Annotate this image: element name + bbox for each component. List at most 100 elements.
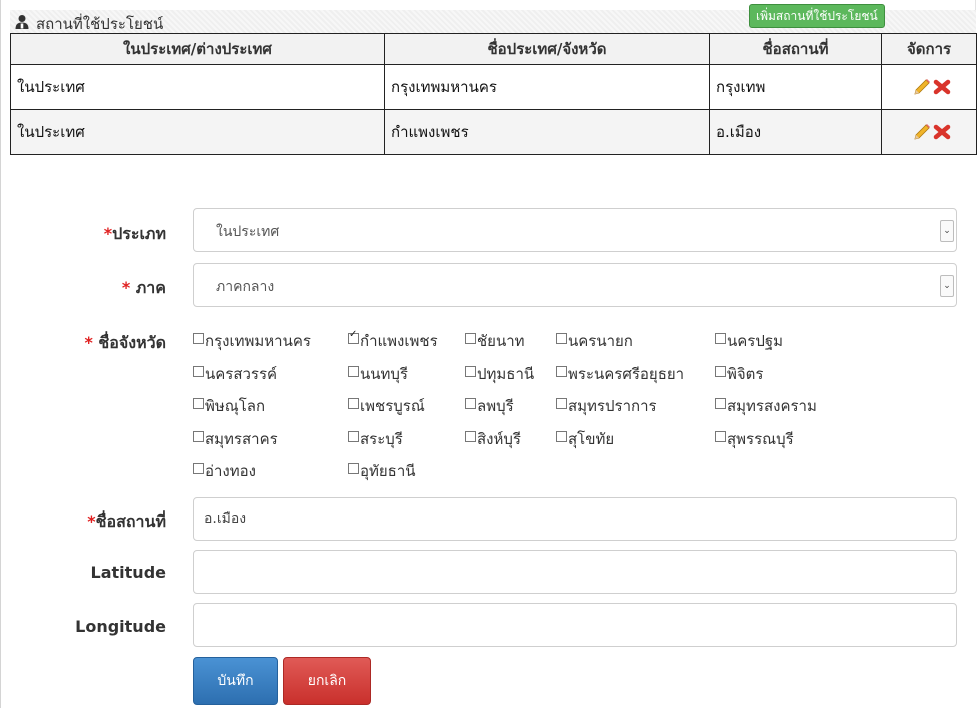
checkbox[interactable] <box>715 431 726 442</box>
province-name: ชัยนาท <box>477 332 525 350</box>
cancel-button[interactable]: ยกเลิก <box>283 657 371 705</box>
province-checkbox-item[interactable]: นครสวรรค์ <box>193 362 277 386</box>
province-name: สิงห์บุรี <box>477 430 521 448</box>
column-header-province: ชื่อประเทศ/จังหวัด <box>384 33 710 65</box>
province-checkbox-item[interactable]: สมุทรสงคราม <box>715 394 817 418</box>
province-checkbox-item[interactable]: สระบุรี <box>348 427 403 451</box>
province-checkbox-item[interactable]: นครนายก <box>556 329 633 353</box>
chevron-down-icon: ⌄ <box>940 275 954 297</box>
table-header-row: ในประเทศ/ต่างประเทศ ชื่อประเทศ/จังหวัด ช… <box>10 33 977 65</box>
region-select-value: ภาคกลาง <box>216 279 275 295</box>
province-checkbox-item[interactable]: สุพรรณบุรี <box>715 427 794 451</box>
province-name: สุโขทัย <box>568 430 615 448</box>
edit-pencil-icon[interactable] <box>912 78 932 96</box>
checkbox[interactable] <box>193 463 204 474</box>
province-name: สุพรรณบุรี <box>727 430 794 448</box>
province-checkbox-item[interactable]: กำแพงเพชร <box>348 329 438 353</box>
province-checkbox-item[interactable]: นนทบุรี <box>348 362 408 386</box>
province-checkbox-item[interactable]: อุทัยธานี <box>348 459 416 483</box>
region-select[interactable]: ภาคกลาง ⌄ <box>193 263 957 307</box>
latitude-input[interactable] <box>193 550 957 594</box>
checkbox[interactable] <box>193 366 204 377</box>
province-name: นนทบุรี <box>360 365 408 383</box>
province-label: * ชื่อจังหวัด <box>84 333 166 352</box>
required-mark: * <box>84 333 93 352</box>
user-pin-icon <box>15 15 29 29</box>
checkbox[interactable] <box>715 333 726 344</box>
checkbox[interactable] <box>465 333 476 344</box>
checkbox[interactable] <box>556 366 567 377</box>
longitude-input[interactable] <box>193 603 957 647</box>
checkbox[interactable] <box>465 366 476 377</box>
checkbox[interactable] <box>465 398 476 409</box>
checkbox[interactable] <box>193 431 204 442</box>
province-checkbox-item[interactable]: กรุงเทพมหานคร <box>193 329 311 353</box>
checkbox[interactable] <box>348 463 359 474</box>
add-place-button[interactable]: เพิ่มสถานที่ใช้ประโยชน์ <box>749 4 885 28</box>
cell-province: กรุงเทพมหานคร <box>384 64 710 110</box>
save-button[interactable]: บันทึก <box>193 657 278 705</box>
checkbox[interactable] <box>465 431 476 442</box>
checkbox[interactable] <box>348 366 359 377</box>
place-name-input[interactable]: อ.เมือง <box>193 497 957 541</box>
province-checkbox-item[interactable]: สมุทรสาคร <box>193 427 278 451</box>
province-checkbox-item[interactable]: สุโขทัย <box>556 427 614 451</box>
place-name-label: *ชื่อสถานที่ <box>87 512 166 531</box>
chevron-down-icon: ⌄ <box>940 220 954 242</box>
table-row: ในประเทศ กำแพงเพชร อ.เมือง <box>10 109 977 155</box>
cell-actions <box>881 109 977 155</box>
latitude-label: Latitude <box>90 563 166 582</box>
delete-x-icon[interactable] <box>932 123 952 141</box>
province-name: กรุงเทพมหานคร <box>205 332 311 350</box>
province-checkbox-item[interactable]: อ่างทอง <box>193 459 256 483</box>
checkbox[interactable] <box>715 366 726 377</box>
checkbox-checked[interactable] <box>348 329 359 344</box>
province-name: ลพบุรี <box>477 397 514 415</box>
table-row: ในประเทศ กรุงเทพมหานคร กรุงเทพ <box>10 64 977 110</box>
province-checkbox-item[interactable]: สมุทรปราการ <box>556 394 657 418</box>
province-checkbox-item[interactable]: สิงห์บุรี <box>465 427 521 451</box>
checkbox[interactable] <box>556 333 567 344</box>
checkbox[interactable] <box>348 398 359 409</box>
edit-pencil-icon[interactable] <box>912 123 932 141</box>
province-checkbox-item[interactable]: นครปฐม <box>715 329 783 353</box>
column-header-place: ชื่อสถานที่ <box>709 33 882 65</box>
province-name: สมุทรสงคราม <box>727 397 817 415</box>
checkbox[interactable] <box>193 333 204 344</box>
province-name: ปทุมธานี <box>477 365 535 383</box>
left-border <box>0 0 1 708</box>
required-mark: * <box>87 512 96 531</box>
places-table: ในประเทศ/ต่างประเทศ ชื่อประเทศ/จังหวัด ช… <box>10 33 977 155</box>
longitude-label: Longitude <box>75 617 166 636</box>
province-name: พิษณุโลก <box>205 397 266 415</box>
checkbox[interactable] <box>348 431 359 442</box>
checkbox[interactable] <box>556 398 567 409</box>
type-label: *ประเภท <box>103 224 166 243</box>
province-name: เพชรบูรณ์ <box>360 397 425 415</box>
province-checkbox-item[interactable]: เพชรบูรณ์ <box>348 394 425 418</box>
panel-header: สถานที่ใช้ประโยชน์ เพิ่มสถานที่ใช้ประโยช… <box>10 4 976 34</box>
province-name: พิจิตร <box>727 365 764 383</box>
province-checkbox-item[interactable]: พิจิตร <box>715 362 763 386</box>
province-checkbox-item[interactable]: ปทุมธานี <box>465 362 534 386</box>
province-checkbox-item[interactable]: ชัยนาท <box>465 329 525 353</box>
province-name: สมุทรสาคร <box>205 430 278 448</box>
checkbox[interactable] <box>193 398 204 409</box>
column-header-scope: ในประเทศ/ต่างประเทศ <box>10 33 385 65</box>
type-select[interactable]: ในประเทศ ⌄ <box>193 208 957 252</box>
province-checkbox-item[interactable]: พิษณุโลก <box>193 394 265 418</box>
province-name: นครนายก <box>568 332 633 350</box>
cell-place: กรุงเทพ <box>709 64 882 110</box>
province-name: นครปฐม <box>727 332 784 350</box>
page: สถานที่ใช้ประโยชน์ เพิ่มสถานที่ใช้ประโยช… <box>0 0 977 708</box>
province-name: อ่างทอง <box>205 462 256 480</box>
cell-actions <box>881 64 977 110</box>
checkbox[interactable] <box>715 398 726 409</box>
cell-province: กำแพงเพชร <box>384 109 710 155</box>
province-checkbox-item[interactable]: ลพบุรี <box>465 394 514 418</box>
province-name: กำแพงเพชร <box>360 332 438 350</box>
province-name: สระบุรี <box>360 430 403 448</box>
province-checkbox-item[interactable]: พระนครศรีอยุธยา <box>556 362 684 386</box>
delete-x-icon[interactable] <box>932 78 952 96</box>
checkbox[interactable] <box>556 431 567 442</box>
